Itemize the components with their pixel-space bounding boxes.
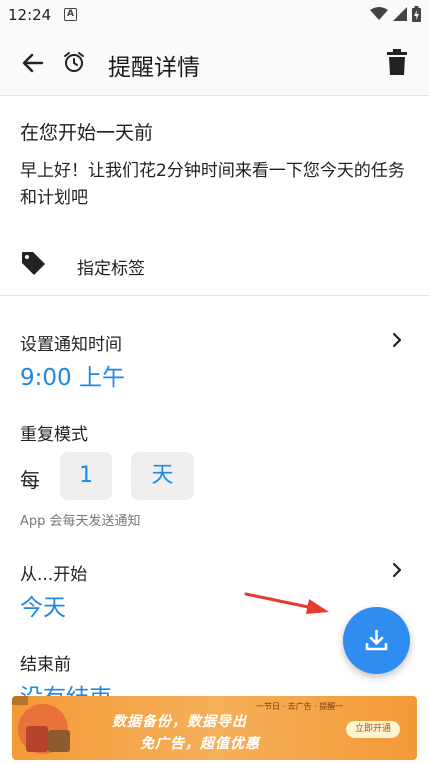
ad-corner-mark <box>12 696 28 705</box>
battery-icon <box>412 6 421 22</box>
status-bar: 12:24 A <box>0 0 429 30</box>
alarm-clock-icon <box>64 52 84 72</box>
chevron-right-icon <box>392 562 402 578</box>
signal-icon <box>393 7 407 21</box>
page-title: 提醒详情 <box>108 55 200 81</box>
reminder-content: 在您开始一天前 早上好！让我们花2分钟时间来看一下您今天的任务和计划吧 指定标签 <box>0 96 429 296</box>
status-icons <box>370 6 421 22</box>
notification-a-icon: A <box>64 8 77 21</box>
ad-top-text: 一节日 · 去广告 · 提醒一 <box>256 702 344 711</box>
ad-banner[interactable]: 一节日 · 去广告 · 提醒一 数据备份，数据导出 免广告，超值优惠 立即开通 <box>12 696 417 760</box>
annotation-arrow <box>244 592 329 614</box>
notify-time-value: 9:00 上午 <box>20 365 125 391</box>
ad-headline: 数据备份，数据导出 <box>112 714 247 730</box>
repeat-count-chip[interactable]: 1 <box>60 452 112 500</box>
assign-tag-row[interactable]: 指定标签 <box>0 246 429 282</box>
app-bar: 提醒详情 <box>0 30 429 96</box>
start-date-label: 从...开始 <box>20 565 88 585</box>
end-date-label: 结束前 <box>20 655 71 675</box>
repeat-unit-chip[interactable]: 天 <box>131 452 194 500</box>
ad-gift-bag-icon <box>48 730 70 752</box>
ad-subline: 免广告，超值优惠 <box>140 736 260 752</box>
reminder-title[interactable]: 在您开始一天前 <box>20 118 153 145</box>
save-download-fab[interactable] <box>343 607 410 674</box>
ad-gift-bag-icon <box>26 726 48 752</box>
chevron-right-icon <box>392 332 402 348</box>
status-time: 12:24 <box>8 6 52 24</box>
trash-icon[interactable] <box>385 48 409 76</box>
download-icon <box>365 629 388 651</box>
ad-open-button[interactable]: 立即开通 <box>346 721 400 738</box>
assign-tag-label: 指定标签 <box>77 259 145 279</box>
back-arrow-icon[interactable] <box>20 50 46 76</box>
tag-icon <box>22 252 45 275</box>
notify-time-row[interactable]: 设置通知时间 9:00 上午 <box>0 326 429 391</box>
repeat-hint: App 会每天发送通知 <box>20 514 141 529</box>
repeat-every-label: 每 <box>20 468 40 492</box>
repeat-mode-label: 重复模式 <box>20 425 88 445</box>
notify-time-label: 设置通知时间 <box>20 335 122 355</box>
start-date-value: 今天 <box>20 595 66 621</box>
wifi-icon <box>370 7 388 20</box>
reminder-message[interactable]: 早上好！让我们花2分钟时间来看一下您今天的任务和计划吧 <box>20 158 410 212</box>
